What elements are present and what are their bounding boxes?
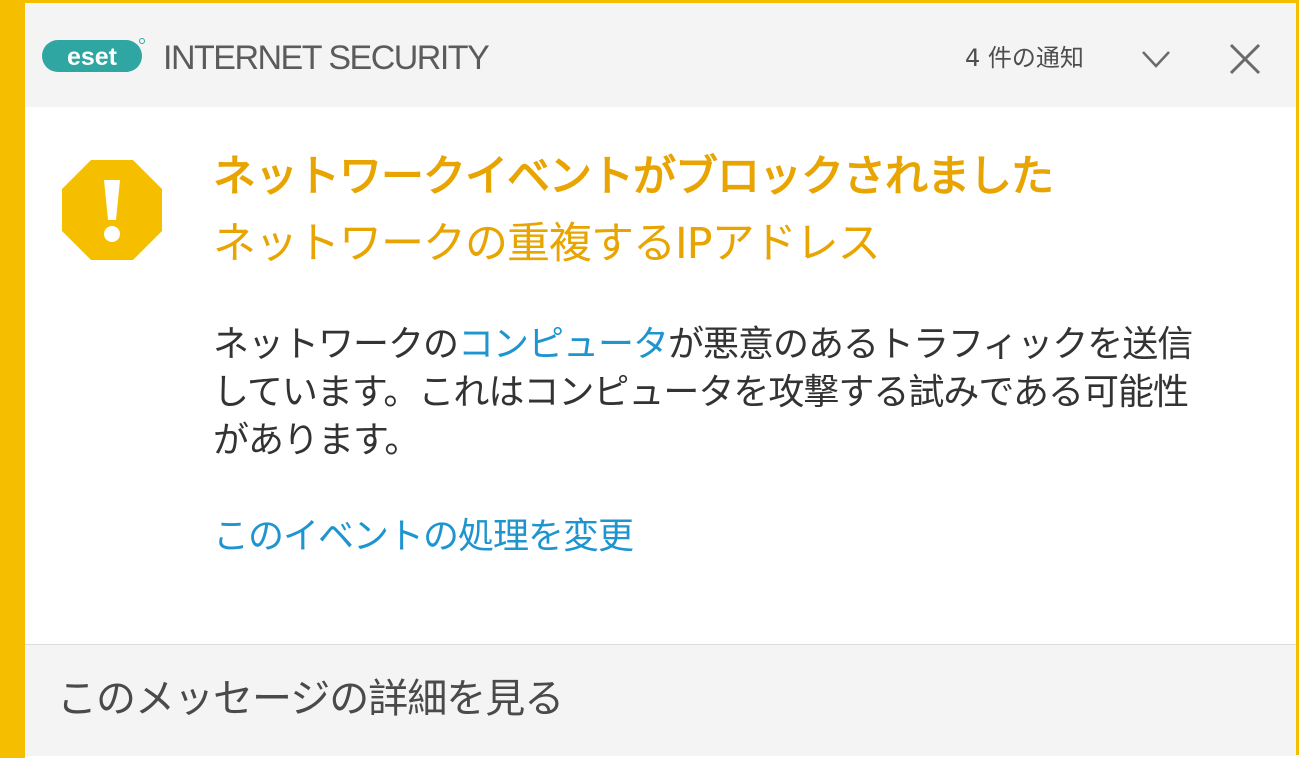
computer-link[interactable]: コンピュータ bbox=[458, 324, 669, 365]
details-footer-button[interactable]: このメッセージの詳細を見る bbox=[25, 644, 1296, 756]
message-text-before: ネットワークの bbox=[213, 324, 459, 365]
expand-notifications-button[interactable] bbox=[1133, 39, 1179, 79]
alert-title: ネットワークイベントがブロックされました bbox=[213, 152, 1054, 202]
chevron-down-icon bbox=[1142, 51, 1170, 68]
close-icon bbox=[1229, 43, 1261, 75]
alert-subtitle: ネットワークの重複するIPアドレス bbox=[213, 219, 881, 269]
details-label: このメッセージの詳細を見る bbox=[57, 676, 564, 722]
close-button[interactable] bbox=[1221, 39, 1267, 79]
eset-logo-text: eset bbox=[67, 43, 118, 71]
notification-count[interactable]: 4 件の通知 bbox=[965, 41, 1084, 75]
notification-window: eset INTERNET SECURITY 4 件の通知 ネットワークイベント… bbox=[0, 0, 1299, 758]
alert-message: ネットワークのコンピュータが悪意のあるトラフィックを送信しています。これはコンピ… bbox=[213, 321, 1213, 465]
notification-header: eset INTERNET SECURITY 4 件の通知 bbox=[25, 3, 1296, 107]
warning-octagon-icon bbox=[62, 160, 162, 260]
change-event-handling-link[interactable]: このイベントの処理を変更 bbox=[213, 511, 634, 563]
eset-logo: eset bbox=[42, 38, 145, 72]
accent-bar bbox=[0, 0, 25, 758]
product-name: INTERNET SECURITY bbox=[163, 39, 490, 77]
